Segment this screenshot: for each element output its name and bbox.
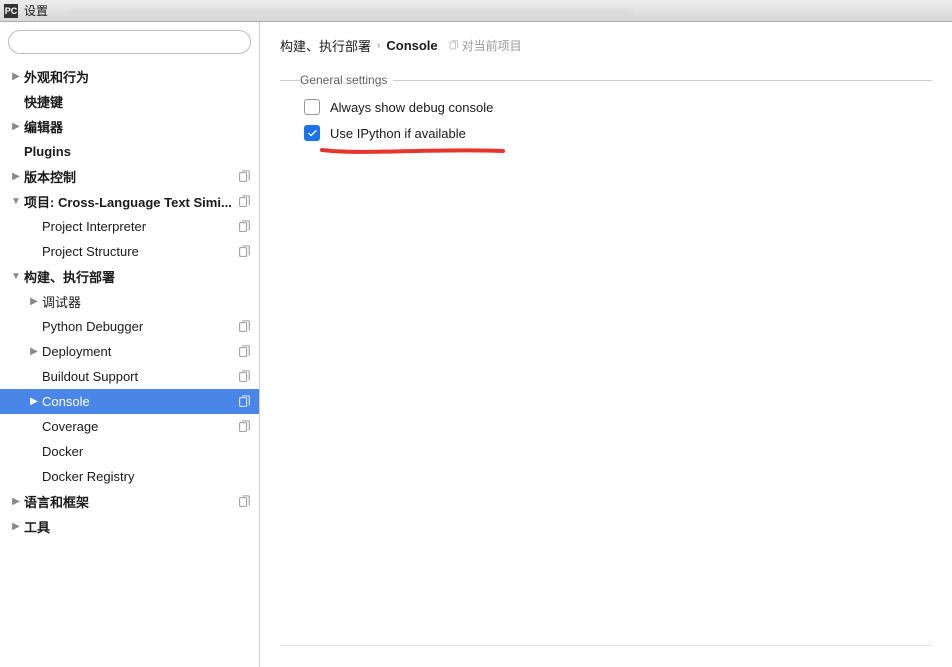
always-show-debug-checkbox[interactable] <box>304 99 320 115</box>
tree-item-label: Docker Registry <box>42 469 251 484</box>
tree-item-label: 版本控制 <box>24 167 237 186</box>
tree-item[interactable]: Python Debugger <box>0 314 259 339</box>
tree-item[interactable]: Docker Registry <box>0 464 259 489</box>
copy-icon <box>237 345 251 359</box>
chevron-right-icon[interactable]: ▶ <box>8 71 24 82</box>
breadcrumb-current: Console <box>386 38 437 53</box>
copy-icon <box>237 420 251 434</box>
tree-item-label: Python Debugger <box>42 319 237 334</box>
group-title: General settings <box>300 73 393 87</box>
window-title: 设置 <box>24 2 48 19</box>
use-ipython-row[interactable]: Use IPython if available <box>304 125 928 141</box>
breadcrumb-parent[interactable]: 构建、执行部署 <box>280 36 371 55</box>
tree-item[interactable]: ▶调试器 <box>0 289 259 314</box>
use-ipython-label: Use IPython if available <box>330 126 466 141</box>
tree-item[interactable]: ▼项目: Cross-Language Text Simi... <box>0 189 259 214</box>
tree-item[interactable]: ▼构建、执行部署 <box>0 264 259 289</box>
tree-item[interactable]: ▶外观和行为 <box>0 64 259 89</box>
tree-item-label: Plugins <box>24 144 251 159</box>
tree-item-label: 外观和行为 <box>24 67 251 86</box>
copy-icon <box>237 370 251 384</box>
tree-item-label: Coverage <box>42 419 237 434</box>
always-show-debug-row[interactable]: Always show debug console <box>304 99 928 115</box>
annotation-red-underline <box>320 144 505 154</box>
search-input[interactable] <box>8 30 251 54</box>
tree-item[interactable]: Coverage <box>0 414 259 439</box>
tree-item-label: 调试器 <box>42 292 251 311</box>
copy-icon <box>237 320 251 334</box>
chevron-down-icon[interactable]: ▼ <box>8 196 24 207</box>
tree-item-label: 编辑器 <box>24 117 251 136</box>
copy-icon <box>237 495 251 509</box>
tree-item[interactable]: ▶Console <box>0 389 259 414</box>
tree-item[interactable]: 快捷键 <box>0 89 259 114</box>
chevron-down-icon[interactable]: ▼ <box>8 271 24 282</box>
always-show-debug-label: Always show debug console <box>330 100 493 115</box>
sidebar: ▶外观和行为快捷键▶编辑器Plugins▶版本控制▼项目: Cross-Lang… <box>0 22 260 667</box>
copy-icon <box>448 40 459 51</box>
settings-tree[interactable]: ▶外观和行为快捷键▶编辑器Plugins▶版本控制▼项目: Cross-Lang… <box>0 60 259 667</box>
chevron-right-icon[interactable]: ▶ <box>8 171 24 182</box>
tree-item[interactable]: ▶Deployment <box>0 339 259 364</box>
chevron-right-icon[interactable]: ▶ <box>8 521 24 532</box>
content-divider <box>280 645 932 646</box>
tree-item-label: 快捷键 <box>24 92 251 111</box>
tree-item[interactable]: Plugins <box>0 139 259 164</box>
tree-item-label: 工具 <box>24 517 251 536</box>
tree-item[interactable]: Docker <box>0 439 259 464</box>
tree-item[interactable]: Buildout Support <box>0 364 259 389</box>
content-panel: 构建、执行部署 › Console 对当前项目 General settings… <box>260 22 952 667</box>
copy-icon <box>237 220 251 234</box>
tree-item-label: 语言和框架 <box>24 492 237 511</box>
chevron-right-icon[interactable]: ▶ <box>8 121 24 132</box>
tree-item-label: 项目: Cross-Language Text Simi... <box>24 192 237 211</box>
tree-item[interactable]: Project Interpreter <box>0 214 259 239</box>
titlebar-blur-text: ————————————————————————————————————————… <box>68 4 632 18</box>
titlebar: PC 设置 ——————————————————————————————————… <box>0 0 952 22</box>
breadcrumb-separator-icon: › <box>377 40 380 51</box>
chevron-right-icon[interactable]: ▶ <box>26 396 42 407</box>
chevron-right-icon[interactable]: ▶ <box>26 296 42 307</box>
copy-icon <box>237 245 251 259</box>
tree-item-label: Project Structure <box>42 244 237 259</box>
copy-icon <box>237 195 251 209</box>
tree-item[interactable]: ▶版本控制 <box>0 164 259 189</box>
tree-item[interactable]: ▶工具 <box>0 514 259 539</box>
tree-item-label: 构建、执行部署 <box>24 267 251 286</box>
use-ipython-checkbox[interactable] <box>304 125 320 141</box>
tree-item[interactable]: ▶编辑器 <box>0 114 259 139</box>
copy-icon <box>237 395 251 409</box>
main-container: ▶外观和行为快捷键▶编辑器Plugins▶版本控制▼项目: Cross-Lang… <box>0 22 952 667</box>
tree-item-label: Project Interpreter <box>42 219 237 234</box>
search-wrap <box>0 22 259 60</box>
general-settings-group: General settings Always show debug conso… <box>280 73 932 155</box>
tree-item[interactable]: Project Structure <box>0 239 259 264</box>
tree-item-label: Docker <box>42 444 251 459</box>
tree-item-label: Console <box>42 394 237 409</box>
tree-item[interactable]: ▶语言和框架 <box>0 489 259 514</box>
scope-text: 对当前项目 <box>462 37 522 54</box>
tree-item-label: Buildout Support <box>42 369 237 384</box>
breadcrumb: 构建、执行部署 › Console 对当前项目 <box>280 36 932 55</box>
copy-icon <box>237 170 251 184</box>
app-icon: PC <box>4 4 18 18</box>
chevron-right-icon[interactable]: ▶ <box>8 496 24 507</box>
scope-badge: 对当前项目 <box>448 37 522 54</box>
tree-item-label: Deployment <box>42 344 237 359</box>
chevron-right-icon[interactable]: ▶ <box>26 346 42 357</box>
